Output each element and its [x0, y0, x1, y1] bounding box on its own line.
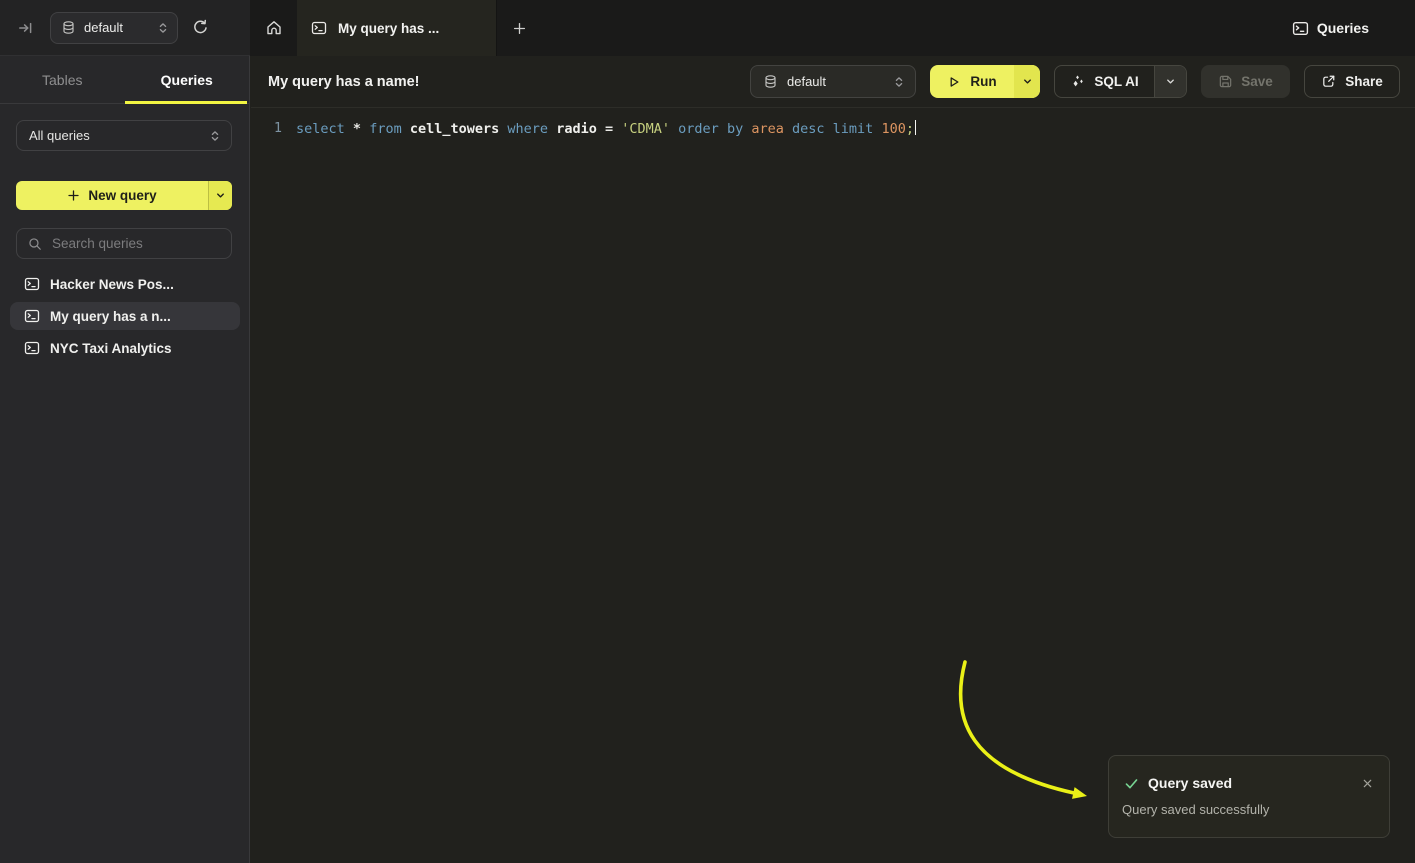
toast-close-button[interactable]: [1360, 776, 1375, 791]
collapse-sidebar-button[interactable]: [14, 16, 38, 40]
top-bar-left: default: [0, 0, 250, 56]
query-item-label: NYC Taxi Analytics: [50, 341, 172, 356]
sql-ai-dropdown-button[interactable]: [1154, 66, 1186, 97]
database-selector-top[interactable]: default: [50, 12, 178, 44]
sql-ai-label: SQL AI: [1094, 74, 1138, 89]
home-button[interactable]: [250, 0, 297, 56]
share-button[interactable]: Share: [1304, 65, 1400, 98]
query-console-icon: [24, 340, 40, 356]
main-area: My query has a name! default: [251, 56, 1415, 863]
share-label: Share: [1345, 74, 1383, 89]
toast-title: Query saved: [1148, 775, 1232, 791]
run-label: Run: [970, 74, 996, 89]
tab-label: My query has ...: [338, 21, 439, 36]
chevron-updown-icon: [893, 76, 905, 88]
close-icon: [1362, 778, 1373, 789]
sidebar-tab-queries[interactable]: Queries: [125, 56, 250, 103]
share-icon: [1321, 74, 1336, 89]
save-label: Save: [1241, 74, 1273, 89]
query-item-label: Hacker News Pos...: [50, 277, 174, 292]
toast-query-saved: Query saved Query saved successfully: [1108, 755, 1390, 838]
check-icon: [1124, 776, 1139, 791]
run-button-main[interactable]: Run: [930, 65, 1014, 98]
new-query-dropdown-button[interactable]: [208, 181, 232, 210]
database-icon: [61, 20, 76, 35]
query-toolbar: My query has a name! default: [251, 56, 1415, 108]
sql-editor[interactable]: 1 select * from cell_towers where radio …: [251, 108, 1415, 138]
sql-ai-button[interactable]: SQL AI: [1054, 65, 1187, 98]
new-query-main[interactable]: New query: [16, 181, 208, 210]
sidebar: Tables Queries All queries New query: [0, 56, 250, 863]
query-list: Hacker News Pos... My query has a n... N…: [10, 270, 240, 366]
query-filter-select[interactable]: All queries: [16, 120, 232, 151]
plus-icon: [512, 21, 527, 36]
sidebar-tabs: Tables Queries: [0, 56, 249, 104]
new-tab-button[interactable]: [497, 0, 541, 56]
run-dropdown-button[interactable]: [1014, 65, 1040, 98]
database-selector-toolbar[interactable]: default: [750, 65, 916, 98]
query-console-icon: [311, 20, 327, 36]
refresh-icon: [192, 19, 209, 36]
top-bar: default: [0, 0, 1415, 56]
database-selector-value: default: [787, 74, 893, 89]
tab-my-query[interactable]: My query has ...: [297, 0, 497, 56]
chevron-updown-icon: [209, 130, 221, 142]
search-queries-input[interactable]: [50, 235, 221, 252]
home-icon: [265, 19, 283, 37]
sidebar-tab-tables[interactable]: Tables: [0, 56, 125, 103]
query-item-label: My query has a n...: [50, 309, 171, 324]
search-queries-box: [16, 228, 232, 259]
tab-strip: My query has ... Queries: [250, 0, 1415, 56]
queries-panel-label: Queries: [1317, 20, 1369, 36]
collapse-sidebar-icon: [18, 20, 34, 36]
query-console-icon: [24, 308, 40, 324]
query-filter-value: All queries: [29, 128, 209, 143]
search-icon: [28, 237, 42, 251]
query-list-item[interactable]: NYC Taxi Analytics: [10, 334, 240, 362]
query-list-item[interactable]: Hacker News Pos...: [10, 270, 240, 298]
new-query-button[interactable]: New query: [16, 181, 232, 210]
play-icon: [947, 75, 961, 89]
query-console-icon: [1292, 20, 1309, 37]
sparkles-icon: [1070, 74, 1085, 89]
refresh-button[interactable]: [188, 15, 213, 40]
queries-panel-button[interactable]: Queries: [1286, 19, 1375, 38]
query-console-icon: [24, 276, 40, 292]
database-icon: [763, 74, 778, 89]
run-button[interactable]: Run: [930, 65, 1040, 98]
plus-icon: [67, 189, 80, 202]
sql-code: select * from cell_towers where radio = …: [296, 120, 916, 138]
database-selector-value: default: [84, 20, 157, 35]
new-query-label: New query: [88, 188, 156, 203]
text-cursor: [915, 120, 917, 135]
chevron-updown-icon: [157, 22, 169, 34]
query-title: My query has a name!: [268, 74, 420, 90]
save-icon: [1218, 74, 1233, 89]
toast-message: Query saved successfully: [1109, 791, 1389, 817]
line-number: 1: [268, 120, 282, 138]
query-list-item-selected[interactable]: My query has a n...: [10, 302, 240, 330]
sql-ai-main[interactable]: SQL AI: [1055, 66, 1154, 97]
save-button[interactable]: Save: [1201, 65, 1290, 98]
